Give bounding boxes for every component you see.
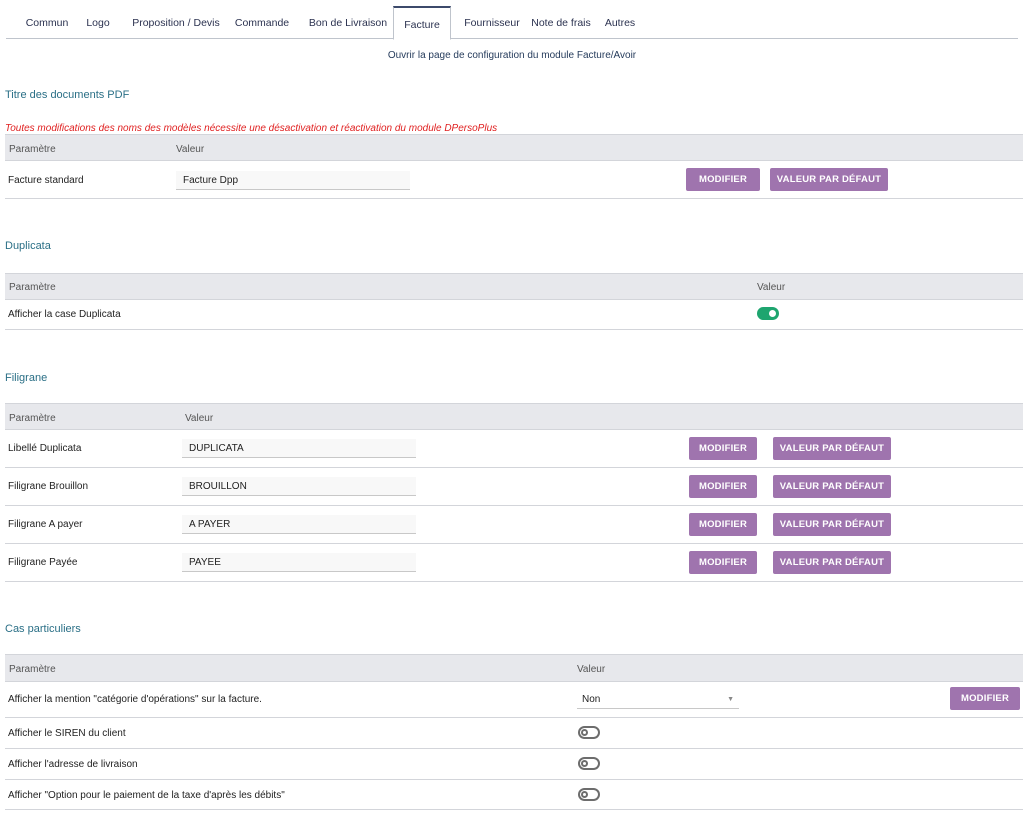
- chevron-down-icon: ▼: [727, 696, 734, 703]
- modify-button[interactable]: MODIFIER: [686, 168, 760, 191]
- table-row: Filigrane Payée PAYEE MODIFIER VALEUR PA…: [5, 544, 1023, 582]
- col-valeur: Valeur: [577, 664, 606, 675]
- row-label: Filigrane A payer: [8, 519, 83, 530]
- section-title-cas-particuliers: Cas particuliers: [5, 623, 81, 635]
- table-header-pdf: Paramètre Valeur: [5, 134, 1023, 161]
- modify-button[interactable]: MODIFIER: [689, 437, 757, 460]
- modify-button[interactable]: MODIFIER: [950, 687, 1020, 710]
- tab-bar: Commun Logo Proposition / Devis Commande…: [6, 0, 1018, 40]
- row-label: Afficher la case Duplicata: [8, 309, 121, 320]
- option-paiement-debits-toggle-icon[interactable]: [578, 788, 600, 801]
- facture-standard-input[interactable]: Facture Dpp: [176, 171, 410, 190]
- libelle-duplicata-input[interactable]: DUPLICATA: [182, 439, 416, 458]
- row-label: Libellé Duplicata: [8, 443, 82, 454]
- table-row: Afficher la mention "catégorie d'opérati…: [5, 682, 1023, 718]
- row-label: Afficher le SIREN du client: [8, 728, 126, 739]
- tab-autres[interactable]: Autres: [598, 0, 642, 39]
- table-row: Filigrane A payer A PAYER MODIFIER VALEU…: [5, 506, 1023, 544]
- row-label: Afficher l'adresse de livraison: [8, 759, 138, 770]
- tab-note-de-frais[interactable]: Note de frais: [528, 0, 594, 39]
- modify-button[interactable]: MODIFIER: [689, 551, 757, 574]
- section-title-pdf: Titre des documents PDF: [5, 89, 130, 101]
- tab-fournisseur[interactable]: Fournisseur: [460, 0, 524, 39]
- default-value-button[interactable]: VALEUR PAR DÉFAUT: [773, 513, 891, 536]
- default-value-button[interactable]: VALEUR PAR DÉFAUT: [770, 168, 888, 191]
- table-header-duplicata: Paramètre Valeur: [5, 273, 1023, 300]
- table-header-cas: Paramètre Valeur: [5, 654, 1023, 682]
- row-label: Afficher "Option pour le paiement de la …: [8, 790, 285, 801]
- col-valeur: Valeur: [185, 413, 214, 424]
- col-valeur: Valeur: [757, 282, 786, 293]
- row-label: Facture standard: [8, 175, 84, 186]
- table-header-filigrane: Paramètre Valeur: [5, 403, 1023, 430]
- filigrane-brouillon-input[interactable]: BROUILLON: [182, 477, 416, 496]
- tab-proposition-devis[interactable]: Proposition / Devis: [128, 0, 224, 39]
- section-title-duplicata: Duplicata: [5, 240, 51, 252]
- tab-commun[interactable]: Commun: [18, 0, 76, 39]
- col-parametre: Paramètre: [9, 282, 56, 293]
- col-parametre: Paramètre: [9, 144, 56, 155]
- select-value: Non: [582, 694, 601, 705]
- tab-commande[interactable]: Commande: [232, 0, 292, 39]
- col-parametre: Paramètre: [9, 664, 56, 675]
- col-valeur: Valeur: [176, 144, 205, 155]
- filigrane-payee-input[interactable]: PAYEE: [182, 553, 416, 572]
- filigrane-a-payer-input[interactable]: A PAYER: [182, 515, 416, 534]
- config-module-link[interactable]: Ouvrir la page de configuration du modul…: [0, 50, 1024, 61]
- table-row: Libellé Duplicata DUPLICATA MODIFIER VAL…: [5, 430, 1023, 468]
- default-value-button[interactable]: VALEUR PAR DÉFAUT: [773, 551, 891, 574]
- row-label: Filigrane Brouillon: [8, 481, 89, 492]
- table-row: Facture standard Facture Dpp MODIFIER VA…: [5, 161, 1023, 199]
- tab-facture[interactable]: Facture: [393, 6, 451, 40]
- default-value-button[interactable]: VALEUR PAR DÉFAUT: [773, 437, 891, 460]
- categorie-operations-select[interactable]: Non ▼: [577, 690, 739, 709]
- modify-button[interactable]: MODIFIER: [689, 513, 757, 536]
- tab-bon-de-livraison[interactable]: Bon de Livraison: [306, 0, 390, 39]
- table-row: Afficher le SIREN du client: [5, 718, 1023, 749]
- siren-toggle-icon[interactable]: [578, 726, 600, 739]
- table-row: Afficher l'adresse de livraison: [5, 749, 1023, 780]
- tab-logo[interactable]: Logo: [82, 0, 114, 39]
- duplicata-toggle-icon[interactable]: [757, 307, 779, 320]
- row-label: Afficher la mention "catégorie d'opérati…: [8, 694, 262, 705]
- table-row: Filigrane Brouillon BROUILLON MODIFIER V…: [5, 468, 1023, 506]
- table-row: Afficher la case Duplicata: [5, 300, 1023, 330]
- adresse-livraison-toggle-icon[interactable]: [578, 757, 600, 770]
- warning-message: Toutes modifications des noms des modèle…: [5, 123, 498, 134]
- modify-button[interactable]: MODIFIER: [689, 475, 757, 498]
- col-parametre: Paramètre: [9, 413, 56, 424]
- table-row: Afficher "Option pour le paiement de la …: [5, 780, 1023, 810]
- section-title-filigrane: Filigrane: [5, 372, 48, 384]
- default-value-button[interactable]: VALEUR PAR DÉFAUT: [773, 475, 891, 498]
- row-label: Filigrane Payée: [8, 557, 78, 568]
